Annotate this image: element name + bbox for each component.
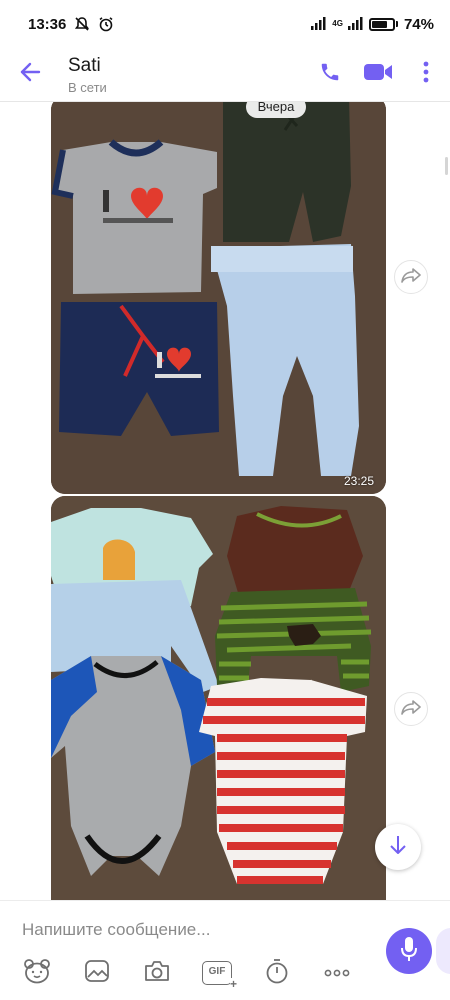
signal-4g-icon: [347, 16, 363, 32]
message-time: 23:25: [343, 474, 374, 488]
forward-button[interactable]: [394, 260, 428, 294]
gif-label: GIF: [208, 966, 226, 977]
status-bar: 13:36 4G 74%: [0, 0, 450, 48]
gif-button[interactable]: GIF +: [187, 955, 247, 991]
forward-button[interactable]: [394, 692, 428, 726]
camera-button[interactable]: [127, 955, 187, 991]
phone-icon: [319, 61, 341, 88]
photo-message[interactable]: [51, 496, 386, 900]
viber-chat-screen: 13:36 4G 74% Sati В сети Вчера 23:25 Нап…: [0, 0, 450, 1000]
status-time: 13:36: [28, 15, 67, 33]
extra-actions-handle[interactable]: [436, 928, 450, 974]
notifications-off-icon: [74, 16, 90, 32]
alarm-icon: [98, 16, 114, 32]
contact-status: В сети: [68, 79, 107, 95]
arrow-down-icon: [388, 834, 408, 861]
message-list[interactable]: Вчера 23:25: [0, 102, 450, 900]
back-arrow-icon: [19, 61, 41, 88]
contact-name: Sati: [68, 54, 101, 76]
scroll-to-bottom-button[interactable]: [375, 824, 421, 870]
voice-message-button[interactable]: [386, 928, 432, 974]
sticker-bear-icon: [23, 958, 51, 989]
signal-icon: [310, 16, 326, 32]
microphone-icon: [400, 936, 418, 967]
photo-image: [51, 496, 386, 900]
message-input[interactable]: [22, 916, 362, 944]
call-button[interactable]: [306, 48, 354, 102]
gif-icon: GIF +: [202, 961, 237, 990]
battery-percent: 74%: [403, 15, 434, 33]
composer-toolbar: GIF +: [0, 955, 380, 991]
network-type-label: 4G: [332, 19, 343, 28]
more-tools-button[interactable]: [307, 955, 367, 991]
back-button[interactable]: [0, 48, 60, 102]
timer-button[interactable]: [247, 955, 307, 991]
contact-info[interactable]: Sati В сети: [68, 55, 107, 95]
photo-image: [51, 102, 386, 494]
date-separator: Вчера: [246, 102, 306, 118]
message-composer: GIF +: [0, 900, 450, 1000]
forward-icon: [401, 267, 421, 288]
video-camera-icon: [363, 62, 393, 87]
camera-icon: [143, 959, 171, 988]
battery-icon: [368, 17, 398, 31]
gallery-icon: [84, 959, 110, 988]
scrollbar[interactable]: [445, 157, 448, 175]
timer-icon: [265, 958, 289, 989]
more-options-button[interactable]: [402, 48, 450, 102]
more-vertical-icon: [423, 61, 429, 88]
more-horizontal-icon: [324, 964, 350, 982]
gallery-button[interactable]: [67, 955, 127, 991]
chat-header: Sati В сети: [0, 48, 450, 102]
photo-message[interactable]: Вчера 23:25: [51, 102, 386, 494]
sticker-button[interactable]: [7, 955, 67, 991]
forward-icon: [401, 699, 421, 720]
video-call-button[interactable]: [354, 48, 402, 102]
